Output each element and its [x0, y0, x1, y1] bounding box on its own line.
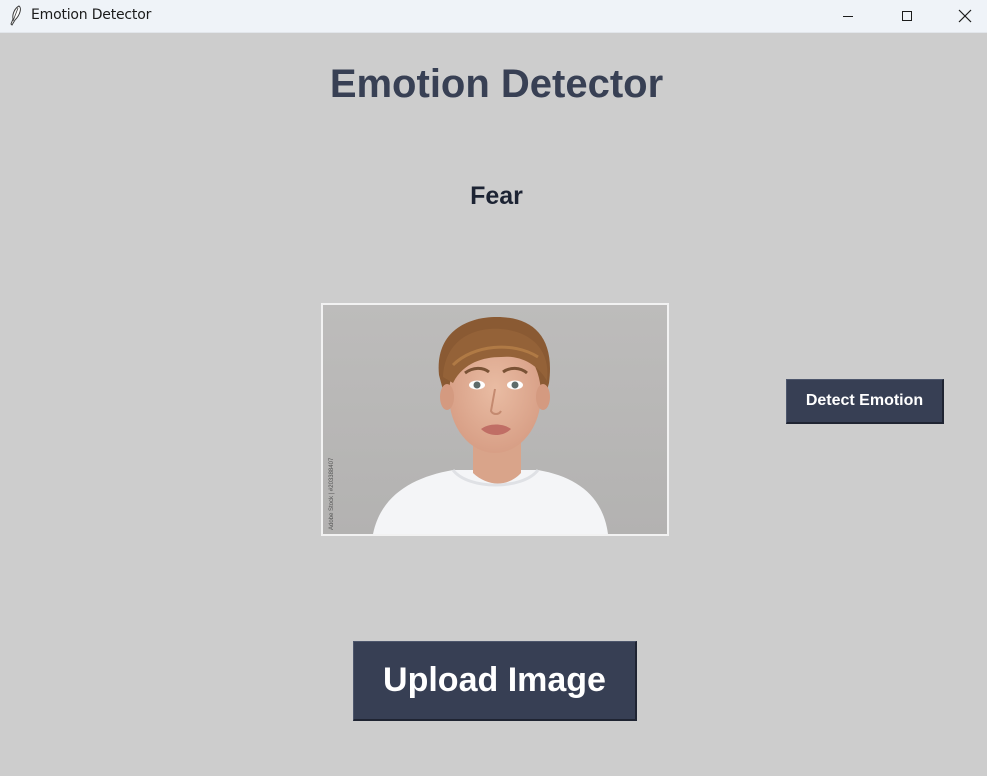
minimize-icon: [843, 16, 853, 17]
title-bar[interactable]: Emotion Detector: [0, 0, 987, 33]
window-title: Emotion Detector: [31, 7, 152, 23]
maximize-button[interactable]: [884, 0, 930, 32]
emotion-result-label: Fear: [470, 182, 523, 210]
feather-icon: [10, 5, 21, 26]
upload-image-button[interactable]: Upload Image: [353, 641, 637, 721]
close-icon: [958, 9, 972, 23]
stock-watermark: Adobe Stock | #203388407: [329, 457, 335, 530]
app-window: Emotion Detector Emotion Detector Fear A…: [0, 0, 987, 776]
close-button[interactable]: [942, 0, 987, 32]
uploaded-image: Adobe Stock | #203388407: [321, 303, 669, 536]
maximize-icon: [902, 11, 912, 21]
detect-emotion-button[interactable]: Detect Emotion: [786, 379, 944, 424]
page-title: Emotion Detector: [329, 62, 664, 106]
minimize-button[interactable]: [825, 0, 871, 32]
face-photo: Adobe Stock | #203388407: [323, 305, 667, 534]
